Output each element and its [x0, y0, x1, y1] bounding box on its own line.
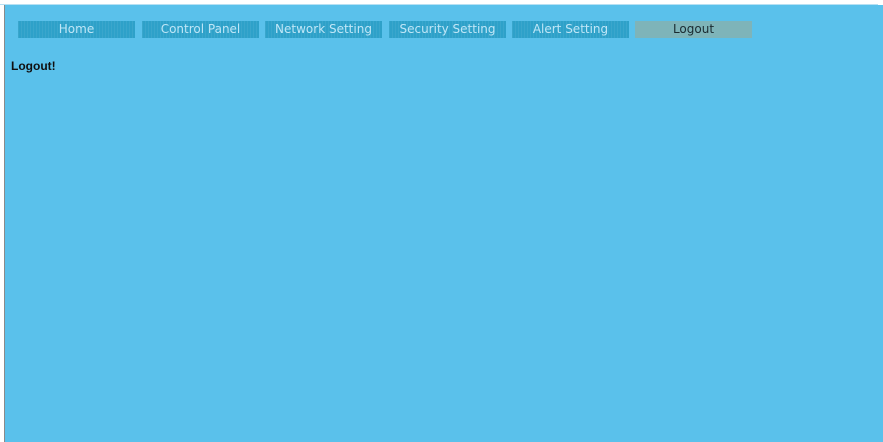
tab-security-setting[interactable]: Security Setting [389, 21, 506, 38]
content-frame: Home Control Panel Network Setting Secur… [4, 5, 883, 442]
tab-control-panel[interactable]: Control Panel [142, 21, 259, 38]
tab-network-setting[interactable]: Network Setting [265, 21, 382, 38]
logout-message: Logout! [11, 59, 56, 73]
nav-bar: Home Control Panel Network Setting Secur… [18, 21, 878, 38]
tab-alert-setting[interactable]: Alert Setting [512, 21, 629, 38]
tab-logout[interactable]: Logout [635, 21, 752, 38]
tab-home[interactable]: Home [18, 21, 135, 38]
